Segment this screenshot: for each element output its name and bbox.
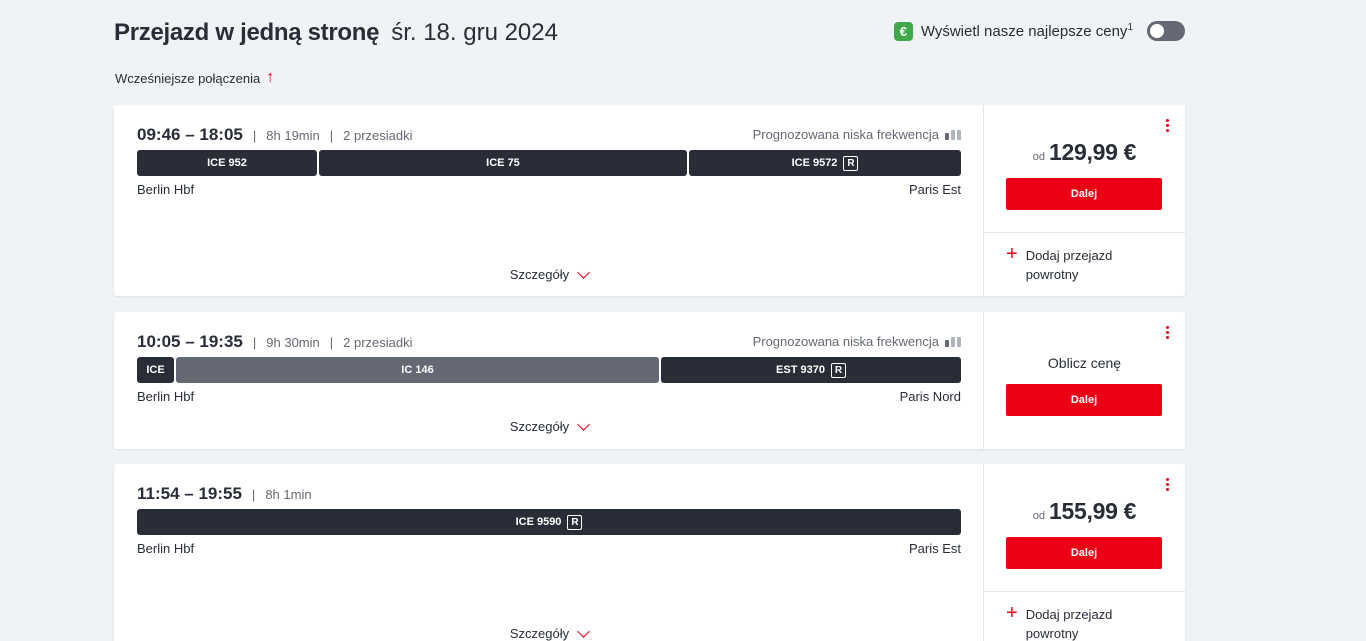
reservation-icon: R bbox=[830, 362, 846, 378]
journey-bar: ICE IC 146 EST 9370 R bbox=[137, 357, 961, 383]
continue-button[interactable]: Dalej bbox=[1006, 178, 1162, 210]
divider bbox=[984, 591, 1185, 592]
segment-label: IC 146 bbox=[401, 364, 434, 376]
connection-summary: 10:05 – 19:35 | 9h 30min | 2 przesiadki bbox=[137, 332, 413, 351]
divider bbox=[984, 232, 1185, 233]
add-return-trip-link[interactable]: + Dodaj przejazd powrotny bbox=[1006, 243, 1136, 284]
journey-bar: ICE 9590 R bbox=[137, 509, 961, 535]
occupancy-forecast: Prognozowana niska frekwencja bbox=[753, 334, 961, 349]
connection-summary: 09:46 – 18:05 | 8h 19min | 2 przesiadki bbox=[137, 125, 413, 144]
page-title: Przejazd w jedną stronę bbox=[114, 19, 380, 46]
details-toggle[interactable]: Szczegóły bbox=[114, 417, 984, 434]
connection-main: 11:54 – 19:55 | 8h 1min ICE 9590 R Berlin… bbox=[114, 464, 984, 641]
earlier-connections-label: Wcześniejsze połączenia bbox=[115, 70, 261, 86]
occupancy-label: Prognozowana niska frekwencja bbox=[752, 334, 939, 349]
add-return-label: Dodaj przejazd powrotny bbox=[1025, 248, 1113, 282]
occupancy-label: Prognozowana niska frekwencja bbox=[752, 127, 939, 142]
price-panel: od 129,99 € Dalej + Dodaj przejazd powro… bbox=[984, 105, 1185, 296]
price-prefix: od bbox=[1032, 510, 1046, 522]
origin-station: Berlin Hbf bbox=[137, 389, 195, 404]
train-segment[interactable]: ICE 9572 R bbox=[689, 150, 961, 176]
best-price-label: Wyświetl nasze najlepsze ceny1 bbox=[921, 22, 1133, 40]
duration: 8h 1min bbox=[265, 486, 312, 502]
connection-card: 09:46 – 18:05 | 8h 19min | 2 przesiadki … bbox=[114, 105, 1185, 296]
add-return-trip-link[interactable]: + Dodaj przejazd powrotny bbox=[1006, 602, 1136, 641]
time-range: 11:54 – 19:55 bbox=[137, 484, 242, 503]
kebab-menu-icon[interactable] bbox=[1166, 478, 1169, 491]
details-toggle[interactable]: Szczegóły bbox=[114, 624, 984, 641]
train-segment[interactable]: EST 9370 R bbox=[661, 357, 961, 383]
destination-station: Paris Nord bbox=[899, 389, 961, 404]
train-segment[interactable]: ICE 9590 R bbox=[137, 509, 961, 535]
reservation-icon: R bbox=[843, 155, 859, 171]
transfers: 2 przesiadki bbox=[343, 334, 413, 350]
train-segment[interactable]: IC 146 bbox=[176, 357, 659, 383]
duration: 8h 19min bbox=[266, 127, 320, 143]
connection-main: 10:05 – 19:35 | 9h 30min | 2 przesiadki … bbox=[114, 312, 984, 449]
train-segment[interactable]: ICE 75 bbox=[319, 150, 687, 176]
destination-station: Paris Est bbox=[908, 182, 961, 197]
price-value: 129,99 € bbox=[1049, 139, 1137, 165]
chevron-down-icon bbox=[577, 624, 590, 638]
price-panel: Oblicz cenę Dalej bbox=[984, 312, 1185, 449]
segment-label: ICE 9572 bbox=[791, 157, 838, 169]
occupancy-icon bbox=[945, 336, 961, 347]
journey-bar: ICE 952 ICE 75 ICE 9572 R bbox=[137, 150, 961, 176]
price-display: od 129,99 € bbox=[984, 139, 1185, 166]
segment-label: EST 9370 bbox=[776, 364, 825, 376]
connection-card: 11:54 – 19:55 | 8h 1min ICE 9590 R Berlin… bbox=[114, 464, 1185, 641]
best-price-toggle-row: € Wyświetl nasze najlepsze ceny1 bbox=[893, 21, 1185, 41]
euro-icon: € bbox=[893, 21, 913, 41]
details-toggle[interactable]: Szczegóły bbox=[114, 265, 984, 282]
price-display: od 155,99 € bbox=[984, 498, 1185, 525]
origin-station: Berlin Hbf bbox=[137, 541, 195, 556]
reservation-icon: R bbox=[567, 514, 583, 530]
plus-icon: + bbox=[1006, 243, 1018, 265]
best-price-toggle[interactable] bbox=[1147, 21, 1185, 41]
train-segment[interactable]: ICE bbox=[137, 357, 174, 383]
details-label: Szczegóły bbox=[509, 626, 570, 641]
arrow-up-icon: ↑ bbox=[266, 69, 275, 86]
continue-button[interactable]: Dalej bbox=[1006, 384, 1162, 416]
segment-label: ICE bbox=[146, 364, 165, 376]
calculate-price-label: Oblicz cenę bbox=[1047, 355, 1122, 371]
travel-date[interactable]: śr. 18. gru 2024 bbox=[391, 19, 558, 47]
continue-button[interactable]: Dalej bbox=[1006, 537, 1162, 569]
destination-station: Paris Est bbox=[908, 541, 961, 556]
price-prefix: od bbox=[1032, 151, 1046, 163]
connection-main: 09:46 – 18:05 | 8h 19min | 2 przesiadki … bbox=[114, 105, 984, 296]
segment-label: ICE 952 bbox=[207, 157, 247, 169]
footnote-mark: 1 bbox=[1127, 22, 1133, 33]
earlier-connections-link[interactable]: Wcześniejsze połączenia ↑ bbox=[115, 70, 274, 86]
plus-icon: + bbox=[1006, 602, 1018, 624]
occupancy-icon bbox=[945, 129, 961, 140]
connection-summary: 11:54 – 19:55 | 8h 1min bbox=[137, 484, 312, 503]
chevron-down-icon bbox=[577, 417, 590, 431]
add-return-label: Dodaj przejazd powrotny bbox=[1025, 607, 1113, 641]
price-panel: od 155,99 € Dalej + Dodaj przejazd powro… bbox=[984, 464, 1185, 641]
details-label: Szczegóły bbox=[509, 267, 570, 282]
transfers: 2 przesiadki bbox=[343, 127, 413, 143]
details-label: Szczegóły bbox=[509, 419, 570, 434]
train-segment[interactable]: ICE 952 bbox=[137, 150, 317, 176]
origin-station: Berlin Hbf bbox=[137, 182, 195, 197]
duration: 9h 30min bbox=[266, 334, 320, 350]
time-range: 10:05 – 19:35 bbox=[137, 332, 243, 351]
best-price-text: Wyświetl nasze najlepsze ceny bbox=[920, 23, 1128, 40]
price-value: 155,99 € bbox=[1049, 498, 1137, 524]
page-header: Przejazd w jedną stronę śr. 18. gru 2024… bbox=[114, 16, 1185, 50]
kebab-menu-icon[interactable] bbox=[1166, 326, 1169, 339]
occupancy-forecast: Prognozowana niska frekwencja bbox=[753, 127, 961, 142]
connection-card: 10:05 – 19:35 | 9h 30min | 2 przesiadki … bbox=[114, 312, 1185, 449]
time-range: 09:46 – 18:05 bbox=[137, 125, 243, 144]
kebab-menu-icon[interactable] bbox=[1166, 119, 1169, 132]
segment-label: ICE 9590 bbox=[515, 516, 562, 528]
chevron-down-icon bbox=[577, 265, 590, 279]
segment-label: ICE 75 bbox=[486, 157, 520, 169]
